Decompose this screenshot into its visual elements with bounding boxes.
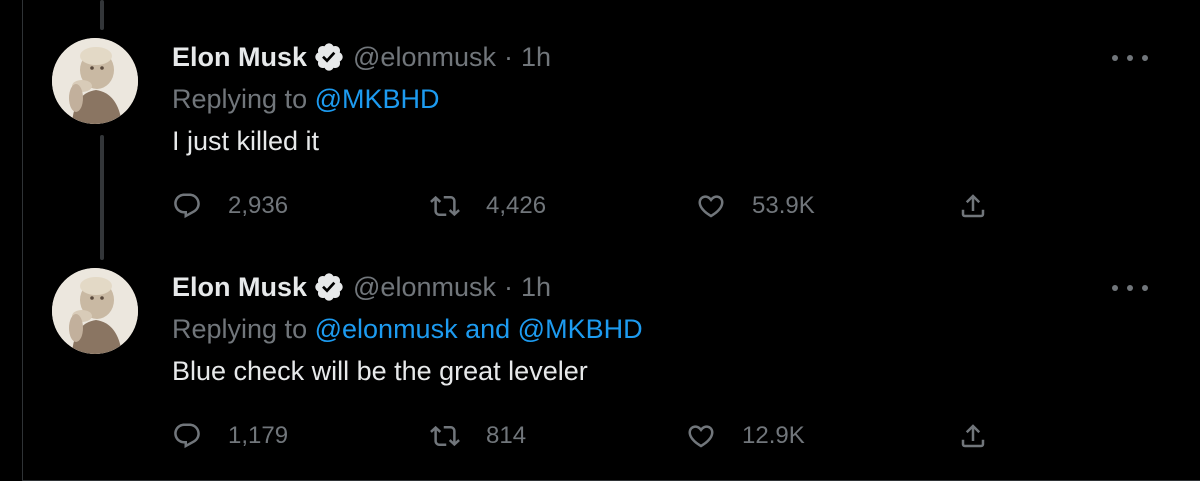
share-icon: [961, 194, 985, 218]
like-button[interactable]: 53.9K: [696, 188, 815, 224]
verified-badge-icon: [313, 271, 345, 303]
retweet-count: 4,426: [486, 192, 547, 219]
share-button[interactable]: [958, 418, 988, 454]
timestamp[interactable]: 1h: [521, 42, 551, 73]
heart-icon: [688, 425, 714, 448]
reply-icon: [174, 193, 200, 219]
verified-badge-icon: [313, 41, 345, 73]
tweet-actions: 1,179 814 12.9K: [172, 418, 1002, 454]
tweet-header: Elon Musk @elonmusk · 1h: [172, 270, 1140, 304]
avatar-image: [52, 38, 138, 124]
retweet-button[interactable]: 814: [430, 418, 526, 454]
mention-link[interactable]: @MKBHD: [518, 314, 643, 344]
like-button[interactable]: 12.9K: [686, 418, 805, 454]
conversation-thread: Elon Musk @elonmusk · 1h Replying to @MK…: [0, 0, 1200, 481]
replying-to-line: Replying to @elonmusk and @MKBHD: [172, 312, 1140, 346]
retweet-icon: [430, 195, 460, 217]
reply-count: 1,179: [228, 422, 289, 449]
tweet-text: Blue check will be the great leveler: [172, 356, 588, 386]
tweet[interactable]: Elon Musk @elonmusk · 1h Replying to @el…: [0, 230, 1200, 481]
tweet-text: I just killed it: [172, 126, 320, 156]
more-icon[interactable]: [1112, 48, 1148, 68]
retweet-button[interactable]: 4,426: [430, 188, 546, 224]
display-name[interactable]: Elon Musk: [172, 272, 307, 303]
mention-link[interactable]: @MKBHD: [315, 84, 440, 114]
retweet-count: 814: [486, 422, 527, 449]
replying-to-line: Replying to @MKBHD: [172, 82, 1140, 116]
avatar[interactable]: [52, 38, 138, 124]
display-name[interactable]: Elon Musk: [172, 42, 307, 73]
mention-link[interactable]: @elonmusk: [315, 314, 458, 344]
share-icon: [961, 424, 985, 448]
reply-icon: [174, 423, 200, 449]
reply-button[interactable]: 1,179: [172, 418, 288, 454]
heart-icon: [698, 195, 724, 218]
like-count: 53.9K: [752, 192, 815, 219]
handle[interactable]: @elonmusk: [353, 272, 496, 303]
like-count: 12.9K: [742, 422, 805, 449]
reply-button[interactable]: 2,936: [172, 188, 288, 224]
avatar[interactable]: [52, 268, 138, 354]
mention-conjunction[interactable]: and: [465, 314, 510, 344]
handle[interactable]: @elonmusk: [353, 42, 496, 73]
retweet-icon: [430, 425, 460, 447]
replying-to-label: Replying to: [172, 314, 308, 344]
reply-count: 2,936: [228, 192, 289, 219]
tweet-header: Elon Musk @elonmusk · 1h: [172, 40, 1140, 74]
tweet[interactable]: Elon Musk @elonmusk · 1h Replying to @MK…: [0, 0, 1200, 255]
separator-dot: ·: [503, 271, 513, 302]
more-icon[interactable]: [1112, 278, 1148, 298]
separator-dot: ·: [503, 41, 513, 72]
timestamp[interactable]: 1h: [521, 272, 551, 303]
tweet-actions: 2,936 4,426 53.9K: [172, 188, 1002, 224]
replying-to-label: Replying to: [172, 84, 308, 114]
share-button[interactable]: [958, 188, 988, 224]
avatar-image: [52, 268, 138, 354]
